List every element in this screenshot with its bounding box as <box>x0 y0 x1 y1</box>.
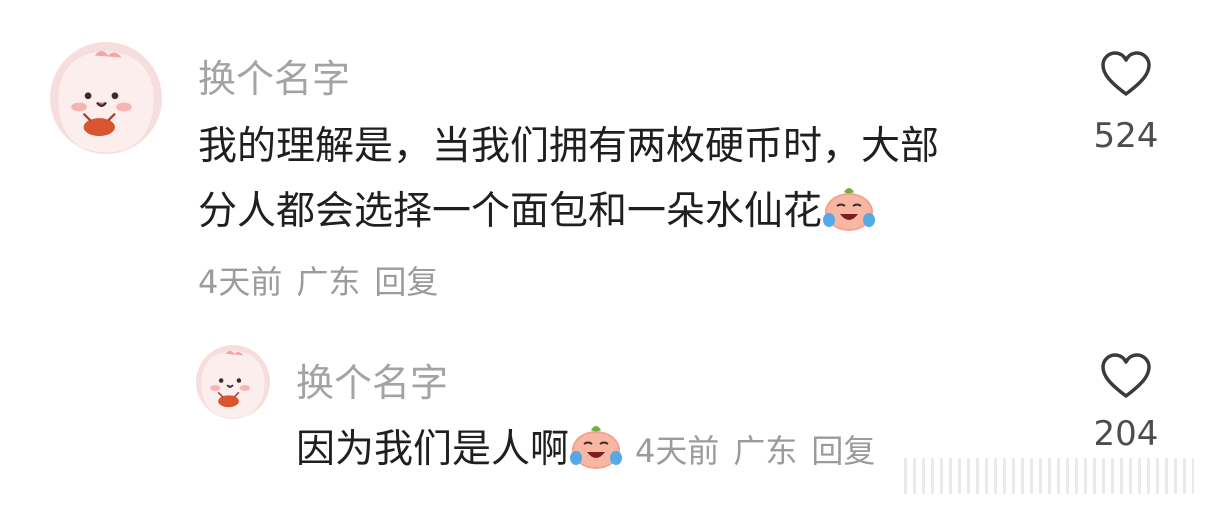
crying-laughing-emoji-icon <box>822 184 876 232</box>
heart-outline-icon[interactable] <box>1100 50 1152 98</box>
reply-button[interactable]: 回复 <box>374 263 438 301</box>
comment-text-line-2-container: 分人都会选择一个面包和一朵水仙花 <box>198 180 876 236</box>
reply-reply-button[interactable]: 回复 <box>811 432 875 470</box>
reply-text: 因为我们是人啊 <box>296 427 570 472</box>
crying-laughing-emoji-icon <box>569 422 623 470</box>
comment-meta: 4天前 广东 回复 <box>198 257 452 303</box>
comment-location: 广东 <box>296 263 361 301</box>
reply-like-count: 204 <box>1093 414 1159 454</box>
comment-time: 4天前 <box>198 263 283 301</box>
reply-avatar[interactable] <box>196 345 270 419</box>
comment-text-line-2: 分人都会选择一个面包和一朵水仙花 <box>198 189 823 234</box>
heart-outline-icon[interactable] <box>1100 352 1152 400</box>
reply-author[interactable]: 换个名字 <box>296 352 448 407</box>
reply-row: 因为我们是人啊 4天前 广东 回复 <box>296 418 889 474</box>
avatar[interactable] <box>50 42 162 154</box>
watermark <box>904 458 1194 494</box>
reply-meta: 4天前 广东 回复 <box>635 432 889 470</box>
comment-author[interactable]: 换个名字 <box>198 48 350 103</box>
comment-like[interactable]: 524 <box>1086 50 1166 156</box>
reply-location: 广东 <box>733 432 798 470</box>
like-count: 524 <box>1093 116 1159 156</box>
reply-like[interactable]: 204 <box>1086 352 1166 454</box>
reply-time: 4天前 <box>635 432 720 470</box>
comment-text-line-1: 我的理解是，当我们拥有两枚硬币时，大部 <box>198 124 940 169</box>
